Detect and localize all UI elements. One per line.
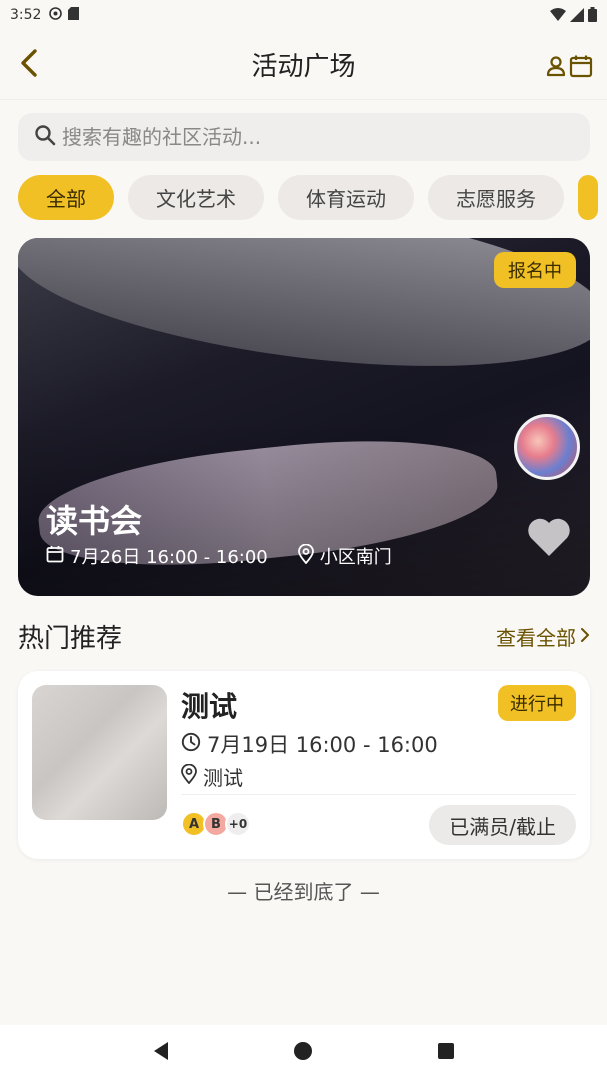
status-badge: 进行中 [498,685,576,721]
featured-time: 7月26日 16:00 - 16:00 [46,543,268,569]
sd-card-icon [68,6,80,24]
battery-icon [588,7,597,26]
status-time: 3:52 [10,7,42,23]
featured-location-text: 小区南门 [319,547,392,568]
status-bar: 3:52 [0,0,607,30]
featured-time-text: 7月26日 16:00 - 16:00 [70,547,268,568]
chip-culture-arts[interactable]: 文化艺术 [128,175,264,220]
chip-volunteer[interactable]: 志愿服务 [428,175,564,220]
location-pin-icon [181,763,197,789]
status-badge: 报名中 [494,252,576,288]
category-chips: 全部 文化艺术 体育运动 志愿服务 [18,175,607,221]
header-actions [545,54,593,82]
popular-section-header: 热门推荐 查看全部 [18,618,590,654]
wifi-icon [550,7,566,26]
search-icon [34,124,56,150]
featured-title: 读书会 [46,502,143,540]
chevron-left-icon [19,48,39,82]
search-input[interactable] [62,125,542,149]
back-button[interactable] [14,48,44,82]
signal-icon [570,7,584,26]
activity-location: 测试 [181,762,243,791]
activity-time: 7月19日 16:00 - 16:00 [181,729,438,759]
activity-card[interactable]: 测试 进行中 7月19日 16:00 - 16:00 测试 A B +0 已满员… [18,671,590,859]
end-of-list-text: — 已经到底了 — [227,880,380,904]
search-bar[interactable] [18,113,590,161]
participant-avatars: A B +0 [181,811,251,837]
activity-image [32,685,167,820]
chevron-right-icon [580,624,590,648]
organizer-avatar[interactable] [514,414,580,480]
system-nav-bar [0,1025,607,1080]
status-indicators [550,7,597,26]
registration-status-button[interactable]: 已满员/截止 [429,805,576,845]
home-circle-icon[interactable] [293,1041,313,1065]
featured-activity-card[interactable]: 报名中 读书会 7月26日 16:00 - 16:00 小区南门 [18,238,590,596]
user-icon[interactable] [545,55,567,81]
activity-location-text: 测试 [203,766,243,790]
app-bar: 活动广场 [0,30,607,100]
heart-icon [526,518,572,562]
activity-time-text: 7月19日 16:00 - 16:00 [207,733,438,757]
chip-overflow[interactable] [578,175,598,220]
calendar-icon [46,545,64,568]
recents-square-icon[interactable] [437,1042,455,1064]
participant-more-count: +0 [225,811,251,837]
clock-icon [181,732,201,757]
like-button[interactable] [526,516,572,562]
divider [181,794,576,795]
section-title: 热门推荐 [18,623,123,654]
chip-all[interactable]: 全部 [18,175,114,220]
featured-meta: 7月26日 16:00 - 16:00 小区南门 [46,543,392,569]
view-all-label: 查看全部 [496,625,576,650]
featured-location: 小区南门 [297,543,392,569]
location-pin-icon [297,543,314,569]
calendar-icon[interactable] [569,54,593,82]
clock-status-icon [49,6,63,24]
page-title: 活动广场 [251,52,356,82]
view-all-link[interactable]: 查看全部 [496,622,590,651]
back-triangle-icon[interactable] [152,1041,170,1065]
activity-title: 测试 [181,690,238,723]
chip-sports[interactable]: 体育运动 [278,175,414,220]
